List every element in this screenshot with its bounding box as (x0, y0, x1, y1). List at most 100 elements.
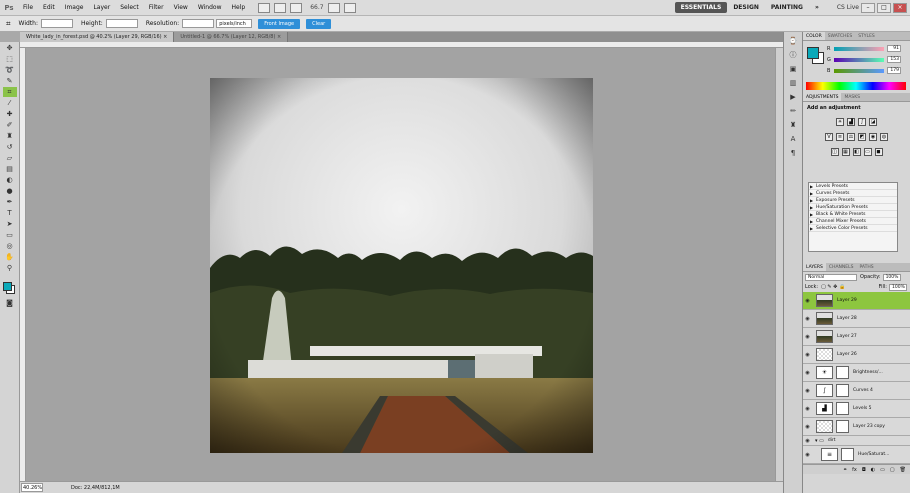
tab-channels[interactable]: CHANNELS (826, 263, 857, 271)
exposure-icon[interactable]: ◪ (869, 118, 877, 126)
red-slider[interactable]: R 91 (827, 45, 901, 52)
minimize-button[interactable]: – (861, 2, 875, 13)
layer-row[interactable]: ◉ Layer 28 (803, 310, 910, 328)
gradient-map-icon[interactable]: ▭ (863, 148, 872, 156)
add-mask-icon[interactable]: ◘ (862, 467, 866, 473)
histogram-icon[interactable]: ▥ (787, 78, 799, 88)
workspace-painting[interactable]: PAINTING (765, 2, 809, 13)
posterize-icon[interactable]: ▦ (841, 148, 850, 156)
brightness-contrast-icon[interactable]: ☀ (836, 118, 844, 126)
quick-select-tool-icon[interactable]: ✎ (3, 76, 17, 86)
hand-tool-icon[interactable]: ✋ (3, 252, 17, 262)
view-extras-icon[interactable] (290, 2, 303, 13)
menu-select[interactable]: Select (115, 0, 144, 16)
layer-row[interactable]: ◉ ☀ Brightness/... (803, 364, 910, 382)
preset-levels[interactable]: Levels Presets (809, 183, 897, 190)
move-tool-icon[interactable]: ✥ (3, 43, 17, 53)
layer-row[interactable]: ◉ Layer 26 (803, 346, 910, 364)
curves-icon[interactable]: ∫ (858, 118, 866, 126)
layer-mask[interactable] (841, 448, 854, 461)
green-value[interactable]: 153 (887, 56, 901, 63)
eye-icon[interactable]: ◉ (804, 424, 811, 430)
eye-icon[interactable]: ◉ (804, 388, 811, 394)
zoom-level[interactable]: 66.7 (310, 4, 323, 11)
width-field[interactable] (40, 19, 73, 28)
blue-slider[interactable]: B 179 (827, 67, 901, 74)
link-icon[interactable]: ⚭ (843, 467, 847, 473)
menu-image[interactable]: Image (60, 0, 89, 16)
tab-adjustments[interactable]: ADJUSTMENTS (803, 93, 842, 101)
character-icon[interactable]: A (787, 134, 799, 144)
tab-color[interactable]: COLOR (803, 32, 825, 40)
lasso-tool-icon[interactable]: ➰ (3, 65, 17, 75)
eye-icon[interactable]: ◉ (804, 298, 811, 304)
resolution-units-select[interactable]: pixels/inch (216, 19, 253, 28)
dodge-tool-icon[interactable]: ● (3, 186, 17, 196)
healing-brush-tool-icon[interactable]: ✚ (3, 109, 17, 119)
layer-mask[interactable] (836, 420, 849, 433)
launch-bridge-icon[interactable] (258, 2, 271, 13)
eye-icon[interactable]: ◉ (804, 352, 811, 358)
tab-swatches[interactable]: SWATCHES (825, 32, 856, 40)
path-select-tool-icon[interactable]: ➤ (3, 219, 17, 229)
menu-edit[interactable]: Edit (38, 0, 60, 16)
eraser-tool-icon[interactable]: ▱ (3, 153, 17, 163)
3d-rotate-tool-icon[interactable]: ◎ (3, 241, 17, 251)
clone-source-icon[interactable]: ♜ (787, 120, 799, 130)
front-image-button[interactable]: Front Image (258, 18, 301, 29)
tab-document-1[interactable]: White_lady_in_forest.psd @ 40.2% (Layer … (20, 32, 175, 42)
vertical-scrollbar[interactable] (775, 48, 783, 481)
crop-tool-icon[interactable]: ⌗ (6, 19, 11, 29)
maximize-button[interactable]: □ (877, 2, 891, 13)
opacity-field[interactable]: 100% (882, 273, 901, 281)
tab-masks[interactable]: MASKS (841, 93, 863, 101)
preset-exposure[interactable]: Exposure Presets (809, 197, 897, 204)
new-group-icon[interactable]: ▭ (880, 467, 885, 473)
foreground-color-swatch[interactable] (3, 282, 12, 291)
eye-icon[interactable]: ◉ (804, 452, 811, 458)
menu-file[interactable]: File (18, 0, 38, 16)
preset-selective-color[interactable]: Selective Color Presets (809, 225, 897, 232)
launch-mini-bridge-icon[interactable] (274, 2, 287, 13)
color-spectrum[interactable] (806, 82, 906, 90)
crop-tool-icon[interactable]: ⌗ (2, 87, 17, 97)
layer-mask[interactable] (836, 402, 849, 415)
cs-live-button[interactable]: CS Live (837, 4, 859, 11)
actions-icon[interactable]: ▶ (787, 92, 799, 102)
history-icon[interactable]: ⌚ (787, 36, 799, 46)
screen-mode-icon[interactable] (343, 2, 356, 13)
tab-paths[interactable]: PATHS (856, 263, 876, 271)
photo-filter-icon[interactable]: ◉ (869, 133, 877, 141)
trash-icon[interactable]: 🗑 (900, 467, 906, 473)
shape-tool-icon[interactable]: ▭ (3, 230, 17, 240)
menu-filter[interactable]: Filter (144, 0, 169, 16)
arrange-documents-icon[interactable] (327, 2, 340, 13)
eye-icon[interactable]: ◉ (804, 316, 811, 322)
paragraph-icon[interactable]: ¶ (787, 148, 799, 158)
invert-icon[interactable]: ◫ (830, 148, 839, 156)
preset-curves[interactable]: Curves Presets (809, 190, 897, 197)
new-adjustment-icon[interactable]: ◐ (871, 467, 875, 473)
document-canvas[interactable] (210, 78, 593, 453)
clone-stamp-tool-icon[interactable]: ♜ (3, 131, 17, 141)
layer-row[interactable]: ◉ ▟ Levels 5 (803, 400, 910, 418)
color-swatches[interactable] (0, 277, 19, 297)
menu-window[interactable]: Window (193, 0, 227, 16)
lock-icons[interactable]: ▢ ✎ ✥ 🔒 (821, 284, 845, 290)
pen-tool-icon[interactable]: ✒ (3, 197, 17, 207)
levels-icon[interactable]: ▟ (847, 118, 855, 126)
menu-help[interactable]: Help (227, 0, 251, 16)
blur-tool-icon[interactable]: ◐ (3, 175, 17, 185)
quick-mask-icon[interactable]: ◙ (3, 298, 17, 308)
layer-row[interactable]: ◉ Layer 27 (803, 328, 910, 346)
workspace-more[interactable]: » (809, 2, 825, 13)
color-balance-icon[interactable]: ⚖ (847, 133, 855, 141)
layer-row[interactable]: ◉ ≡ Hue/Saturat... (803, 446, 910, 464)
height-field[interactable] (105, 19, 138, 28)
brush-tool-icon[interactable]: ✐ (3, 120, 17, 130)
layer-row[interactable]: ◉ ∫ Curves 4 (803, 382, 910, 400)
info-icon[interactable]: ⓘ (787, 50, 799, 60)
close-button[interactable]: × (893, 2, 907, 13)
zoom-field[interactable]: 40.26% (21, 483, 43, 492)
blue-value[interactable]: 179 (887, 67, 901, 74)
